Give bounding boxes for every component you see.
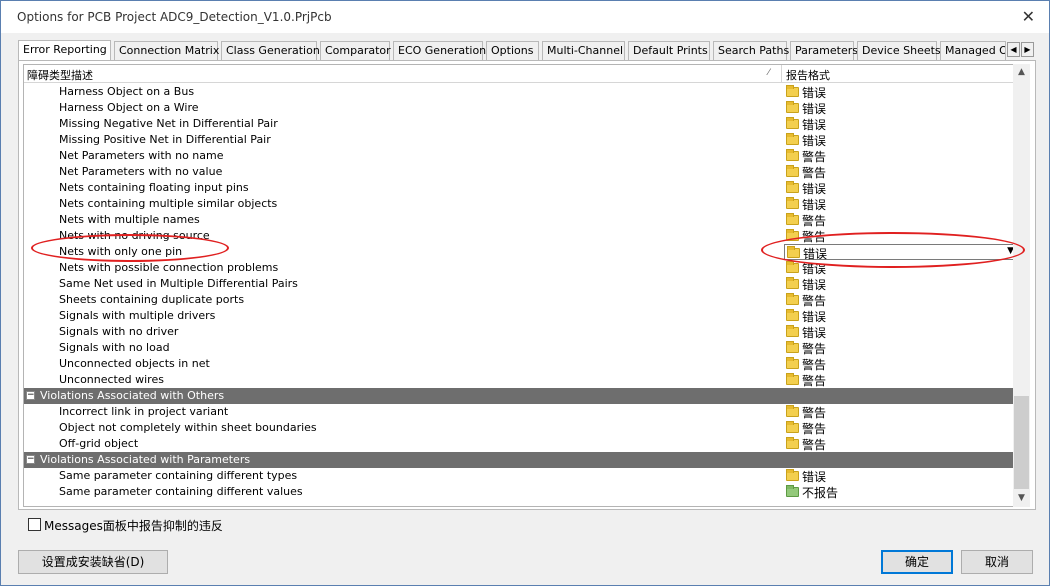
group-header-parameters[interactable]: − Violations Associated with Parameters [24,452,1016,468]
tab-connection-matrix[interactable]: Connection Matrix [114,41,219,60]
table-row[interactable]: Harness Object on a Wire 错误 [24,100,1016,116]
folder-icon [786,485,799,497]
tab-eco-generation[interactable]: ECO Generation [393,41,486,60]
folder-icon [786,373,799,385]
tab-error-reporting[interactable]: Error Reporting [18,40,111,61]
folder-icon [786,149,799,161]
table-row[interactable]: Harness Object on a Bus 错误 [24,84,1016,100]
reset-defaults-button[interactable]: 设置成安装缺省(D) [18,550,168,574]
column-header-description[interactable]: 障碍类型描述 [27,67,93,83]
folder-icon [786,325,799,337]
folder-icon [786,357,799,369]
violations-grid: 障碍类型描述 ⁄ 报告格式 Harness Object on a Bus 错误 … [23,64,1017,507]
scroll-down-icon[interactable]: ▼ [1013,490,1030,507]
folder-icon [786,213,799,225]
annotation-ellipse-label [31,234,229,262]
folder-icon [786,261,799,273]
table-row[interactable]: Signals with no driver 错误 [24,324,1016,340]
tab-parameters[interactable]: Parameters [790,41,858,60]
folder-icon [786,165,799,177]
minus-box-icon[interactable]: − [26,455,35,464]
folder-icon [786,421,799,433]
table-row[interactable]: Net Parameters with no value 警告 [24,164,1016,180]
table-row[interactable]: Net Parameters with no name 警告 [24,148,1016,164]
minus-box-icon[interactable]: − [26,391,35,400]
tab-comparator[interactable]: Comparator [320,41,391,60]
tab-strip: Error Reporting Connection Matrix Class … [18,40,1036,61]
tab-class-generation[interactable]: Class Generation [221,41,320,60]
vertical-scrollbar[interactable]: ▲ ▼ [1013,64,1030,507]
grid-header: 障碍类型描述 ⁄ 报告格式 [24,65,1016,83]
ok-button[interactable]: 确定 [881,550,953,574]
scroll-up-icon[interactable]: ▲ [1013,64,1030,81]
tab-search-paths[interactable]: Search Paths [713,41,789,60]
tab-device-sheets[interactable]: Device Sheets [857,41,941,60]
tab-scroll-left-icon[interactable]: ◀ [1007,42,1020,57]
folder-icon [786,405,799,417]
window-title: Options for PCB Project ADC9_Detection_V… [17,10,332,24]
column-header-report-mode[interactable]: 报告格式 [786,67,830,83]
table-row[interactable]: Signals with multiple drivers 错误 [24,308,1016,324]
error-reporting-panel: 障碍类型描述 ⁄ 报告格式 Harness Object on a Bus 错误 … [18,60,1036,510]
folder-icon [786,309,799,321]
table-row[interactable]: Missing Negative Net in Differential Pai… [24,116,1016,132]
folder-icon [786,197,799,209]
folder-icon [786,133,799,145]
folder-icon [786,181,799,193]
folder-icon [786,277,799,289]
table-row[interactable]: Same Net used in Multiple Differential P… [24,276,1016,292]
folder-icon [786,437,799,449]
table-row[interactable]: Missing Positive Net in Differential Pai… [24,132,1016,148]
folder-icon [786,101,799,113]
table-row[interactable]: Signals with no load 警告 [24,340,1016,356]
tab-scroll-right-icon[interactable]: ▶ [1021,42,1034,57]
table-row[interactable]: Off-grid object 警告 [24,436,1016,452]
messages-suppressed-checkbox[interactable] [28,518,41,531]
tab-default-prints[interactable]: Default Prints [628,41,710,60]
table-row[interactable]: Nets containing multiple similar objects… [24,196,1016,212]
table-row[interactable]: Nets with multiple names 警告 [24,212,1016,228]
table-row[interactable]: Incorrect link in project variant 警告 [24,404,1016,420]
folder-icon [786,293,799,305]
group-header-others[interactable]: − Violations Associated with Others [24,388,1016,404]
table-row[interactable]: Same parameter containing different type… [24,468,1016,484]
folder-icon [786,469,799,481]
title-bar: Options for PCB Project ADC9_Detection_V… [1,1,1049,33]
sort-indicator-icon: ⁄ [768,68,770,78]
table-row[interactable]: Unconnected wires 警告 [24,372,1016,388]
scroll-thumb[interactable] [1014,396,1029,489]
tab-multi-channel[interactable]: Multi-Channel [542,41,625,60]
tab-options[interactable]: Options [486,41,539,60]
close-icon[interactable]: ✕ [1022,7,1035,26]
folder-icon [786,117,799,129]
table-row[interactable]: Object not completely within sheet bound… [24,420,1016,436]
tab-managed[interactable]: Managed O [940,41,1006,60]
folder-icon [786,85,799,97]
table-row[interactable]: Unconnected objects in net 警告 [24,356,1016,372]
table-row[interactable]: Sheets containing duplicate ports 警告 [24,292,1016,308]
table-row[interactable]: Nets containing floating input pins 错误 [24,180,1016,196]
options-dialog: Options for PCB Project ADC9_Detection_V… [0,0,1050,586]
cancel-button[interactable]: 取消 [961,550,1033,574]
annotation-ellipse-value [761,232,1025,268]
table-row[interactable]: Same parameter containing different valu… [24,484,1016,500]
folder-icon [786,341,799,353]
